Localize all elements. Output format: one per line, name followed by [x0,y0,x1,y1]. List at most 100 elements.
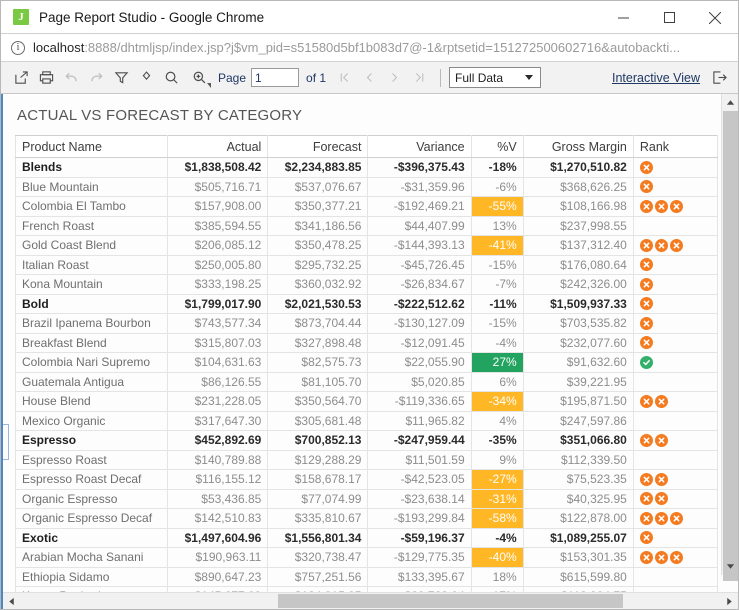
table-row[interactable]: House Blend$231,228.05$350,564.70-$119,3… [16,392,718,412]
zoom-icon[interactable] [184,66,214,90]
rank-cross-icon [640,512,653,525]
cell-rank [633,567,717,587]
cell-forecast: $305,681.48 [268,411,368,431]
cell-actual: $250,005.80 [168,255,268,275]
cell-actual: $317,647.30 [168,411,268,431]
cell-gross-margin: $615,599.80 [523,567,633,587]
table-row[interactable]: Blue Mountain$505,716.71$537,076.67-$31,… [16,177,718,197]
table-row[interactable]: Espresso Roast$140,789.88$129,288.29$11,… [16,450,718,470]
table-row[interactable]: Colombia El Tambo$157,908.00$350,377.21-… [16,197,718,217]
filter-icon[interactable] [109,66,134,90]
column-header-gross-margin[interactable]: Gross Margin [523,136,633,158]
rank-icon-group [640,334,711,353]
table-row[interactable]: Organic Espresso$53,436.85$77,074.99-$23… [16,489,718,509]
interactive-view-link[interactable]: Interactive View [612,71,700,85]
cell-product-name: Arabian Mocha Sanani [16,548,168,568]
cell-percent-variance: -40% [471,548,523,568]
table-row[interactable]: Gold Coast Blend$206,085.12$350,478.25-$… [16,236,718,256]
table-row[interactable]: Blends$1,838,508.42$2,234,883.85-$396,37… [16,158,718,178]
column-header-actual[interactable]: Actual [168,136,268,158]
table-row[interactable]: Espresso$452,892.69$700,852.13-$247,959.… [16,431,718,451]
rank-cross-icon [640,161,653,174]
vertical-scrollbar[interactable] [721,94,738,575]
table-body: Blends$1,838,508.42$2,234,883.85-$396,37… [16,158,718,593]
horizontal-scrollbar-thumb[interactable] [278,594,623,608]
redo-icon[interactable] [84,66,109,90]
table-row[interactable]: Bold$1,799,017.90$2,021,530.53-$222,512.… [16,294,718,314]
rank-icon-group [640,236,711,255]
report-canvas: ACTUAL VS FORECAST BY CATEGORY Product N… [3,94,738,592]
undo-icon[interactable] [59,66,84,90]
cell-actual: $1,799,017.90 [168,294,268,314]
data-mode-select[interactable]: Full Data [449,67,541,88]
cell-percent-variance: -15% [471,314,523,334]
cell-gross-margin: $40,325.95 [523,489,633,509]
first-page-icon[interactable] [332,66,357,90]
exit-icon[interactable] [707,66,732,90]
scroll-right-icon[interactable] [721,593,738,610]
table-row[interactable]: Italian Roast$250,005.80$295,732.25-$45,… [16,255,718,275]
cell-actual: $231,228.05 [168,392,268,412]
page-label: Page [218,71,246,85]
page-number-input[interactable] [251,68,299,87]
chevron-down-icon[interactable] [525,75,533,80]
cell-forecast: $82,575.73 [268,353,368,373]
cell-actual: $206,085.12 [168,236,268,256]
table-row[interactable]: French Roast$385,594.55$341,186.56$44,40… [16,216,718,236]
horizontal-scrollbar[interactable] [3,592,738,609]
cell-percent-variance: -7% [471,275,523,295]
cell-variance: -$193,299.84 [368,509,471,529]
search-icon[interactable] [159,66,184,90]
print-icon[interactable] [34,66,59,90]
table-row[interactable]: Espresso Roast Decaf$116,155.12$158,678.… [16,470,718,490]
column-header-product-name[interactable]: Product Name [16,136,168,158]
cell-gross-margin: $137,312.40 [523,236,633,256]
table-row[interactable]: Mexico Organic$317,647.30$305,681.48$11,… [16,411,718,431]
cell-percent-variance: -55% [471,197,523,217]
sort-icon[interactable] [134,66,159,90]
column-header-percent-variance[interactable]: %V [471,136,523,158]
table-row[interactable]: Breakfast Blend$315,807.03$327,898.48-$1… [16,333,718,353]
address-bar[interactable]: i localhost:8888/dhtmljsp/index.jsp?j$vm… [1,34,738,62]
table-row[interactable]: Organic Espresso Decaf$142,510.83$335,81… [16,509,718,529]
rank-cross-icon [640,473,653,486]
next-page-icon[interactable] [382,66,407,90]
maximize-button[interactable] [646,1,692,34]
close-button[interactable] [692,1,738,34]
table-row[interactable]: Exotic$1,497,604.96$1,556,801.34-$59,196… [16,528,718,548]
cell-actual: $140,789.88 [168,450,268,470]
table-row[interactable]: Ethiopia Sidamo$890,647.23$757,251.56$13… [16,567,718,587]
column-header-rank[interactable]: Rank [633,136,717,158]
cell-product-name: French Roast [16,216,168,236]
table-row[interactable]: Guatemala Antigua$86,126.55$81,105.70$5,… [16,372,718,392]
rank-cross-icon [640,434,653,447]
previous-page-icon[interactable] [357,66,382,90]
scroll-down-icon[interactable] [722,558,738,575]
cell-rank [633,450,717,470]
cell-actual: $190,963.11 [168,548,268,568]
table-row[interactable]: Kona Mountain$333,198.25$360,032.92-$26,… [16,275,718,295]
cell-variance: -$222,512.62 [368,294,471,314]
cell-forecast: $360,032.92 [268,275,368,295]
inner-vertical-scrollbar[interactable] [3,424,9,460]
export-icon[interactable] [9,66,34,90]
table-row[interactable]: Arabian Mocha Sanani$190,963.11$320,738.… [16,548,718,568]
cell-product-name: Colombia El Tambo [16,197,168,217]
minimize-button[interactable] [600,1,646,34]
zoom-dropdown-caret[interactable] [207,83,211,88]
scroll-up-icon[interactable] [722,94,738,111]
table-row[interactable]: Colombia Nari Supremo$104,631.63$82,575.… [16,353,718,373]
cell-rank [633,236,717,256]
column-header-variance[interactable]: Variance [368,136,471,158]
column-header-forecast[interactable]: Forecast [268,136,368,158]
cell-gross-margin: $368,626.25 [523,177,633,197]
rank-icon-group [640,509,711,528]
cell-gross-margin: $91,632.60 [523,353,633,373]
vertical-scrollbar-thumb[interactable] [723,111,738,581]
table-row[interactable]: Brazil Ipanema Bourbon$743,577.34$873,70… [16,314,718,334]
last-page-icon[interactable] [407,66,432,90]
site-info-icon[interactable]: i [11,41,25,55]
cell-percent-variance: 27% [471,353,523,373]
rank-cross-icon [655,473,668,486]
scroll-left-icon[interactable] [3,593,20,610]
